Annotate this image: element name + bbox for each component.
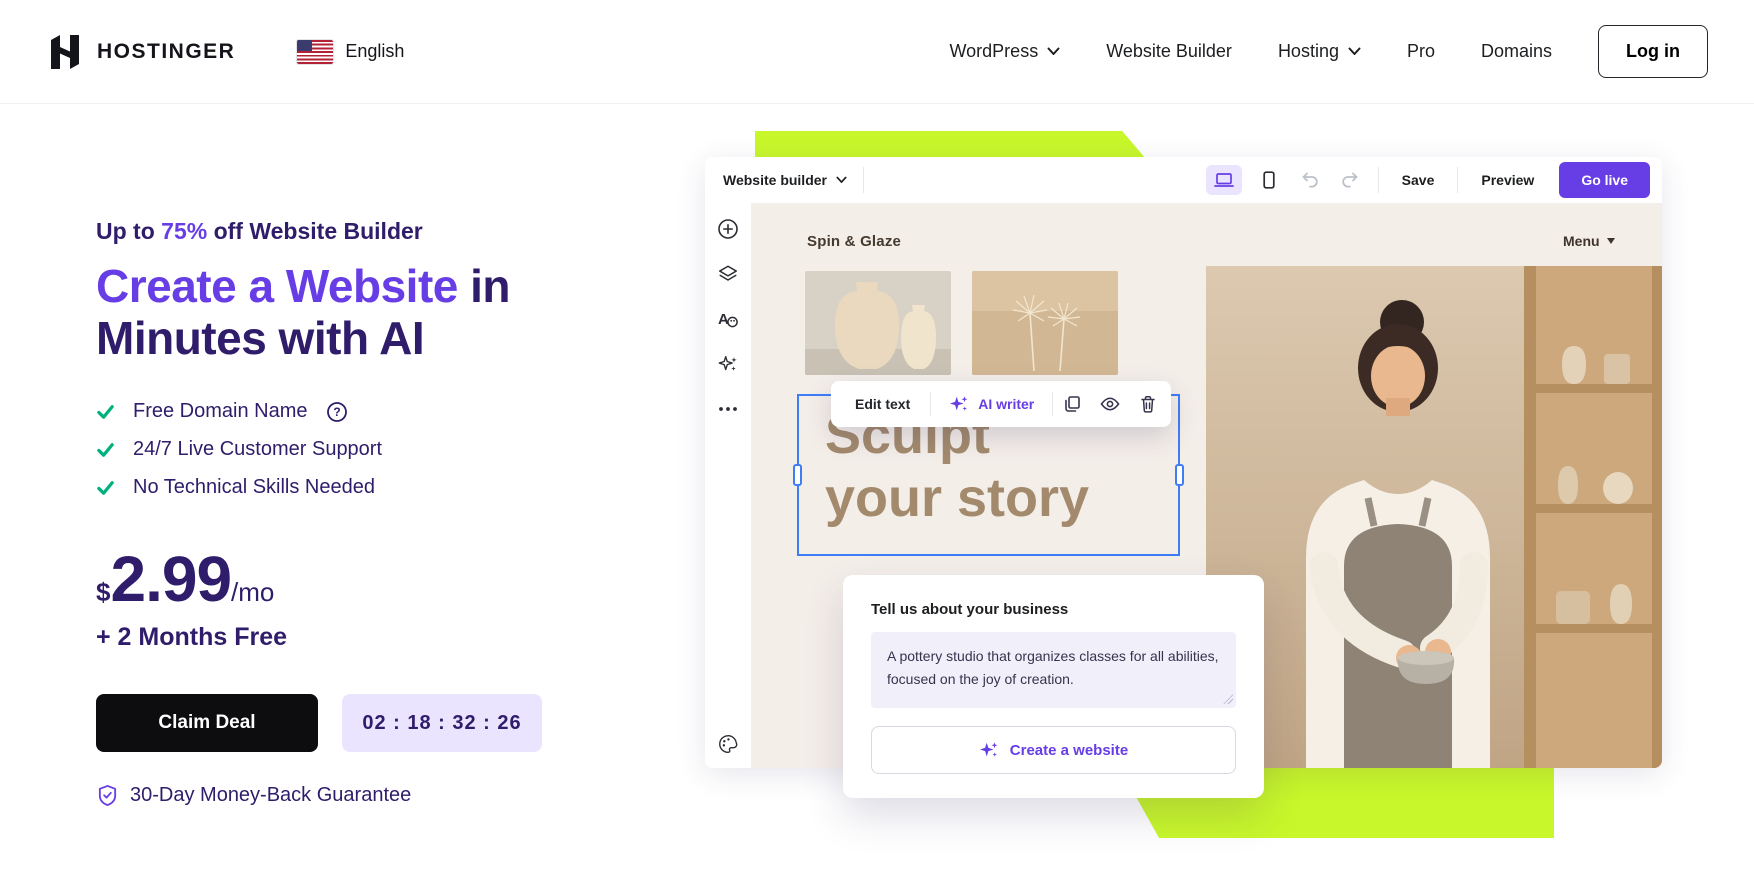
- feature-free-domain: Free Domain Name ?: [96, 400, 616, 423]
- hostinger-logo-icon: [46, 32, 84, 72]
- builder-toolbar-actions: Save Preview Go live: [1206, 162, 1650, 198]
- feature-no-skills: No Technical Skills Needed: [96, 476, 616, 499]
- discount-value: 75%: [161, 218, 207, 244]
- nav-item-website-builder[interactable]: Website Builder: [1106, 41, 1232, 62]
- delete-button[interactable]: [1129, 385, 1167, 423]
- svg-text:A: A: [718, 311, 729, 328]
- preview-button[interactable]: Preview: [1471, 172, 1544, 188]
- trash-icon: [1140, 395, 1156, 413]
- desktop-view-button[interactable]: [1206, 165, 1242, 195]
- shield-check-icon: [96, 784, 119, 807]
- builder-sidebar: A: [705, 203, 751, 768]
- claim-deal-button[interactable]: Claim Deal: [96, 694, 318, 752]
- edit-toolbar: Edit text AI writer: [831, 381, 1171, 427]
- create-website-button[interactable]: Create a website: [871, 726, 1236, 774]
- nav-item-wordpress[interactable]: WordPress: [950, 41, 1061, 62]
- chevron-down-icon: [836, 176, 847, 184]
- top-navigation-bar: HOSTINGER English WordPress Website Buil…: [0, 0, 1754, 104]
- undo-icon: [1301, 171, 1320, 189]
- hostinger-landing-page: HOSTINGER English WordPress Website Buil…: [0, 0, 1754, 888]
- resize-grip-icon[interactable]: [1223, 694, 1233, 704]
- main-nav: WordPress Website Builder Hosting Pro Do…: [950, 25, 1709, 78]
- undo-button[interactable]: [1296, 165, 1326, 195]
- resize-handle-right[interactable]: [1175, 464, 1184, 486]
- builder-toolbar: Website builder: [705, 157, 1662, 203]
- ai-writer-button[interactable]: AI writer: [931, 394, 1052, 414]
- nav-item-pro[interactable]: Pro: [1407, 41, 1435, 62]
- chevron-down-icon: [1348, 47, 1361, 56]
- business-description-input[interactable]: A pottery studio that organizes classes …: [871, 632, 1236, 708]
- site-menu[interactable]: Menu: [1563, 233, 1615, 249]
- toolbar-divider: [863, 167, 864, 193]
- typography-icon[interactable]: A: [716, 307, 740, 331]
- desktop-icon: [1214, 172, 1234, 188]
- page-title: Create a Website in Minutes with AI: [96, 261, 616, 364]
- resize-handle-left[interactable]: [793, 464, 802, 486]
- image-gallery: [805, 271, 1118, 375]
- dried-flowers-image[interactable]: [972, 271, 1118, 375]
- more-options-icon[interactable]: [716, 397, 740, 421]
- feature-support: 24/7 Live Customer Support: [96, 438, 616, 461]
- help-icon[interactable]: ?: [326, 401, 348, 423]
- bonus-offer: + 2 Months Free: [96, 623, 616, 652]
- hero-section: Up to 75% off Website Builder Create a W…: [96, 218, 616, 807]
- check-icon: [96, 440, 115, 459]
- visibility-button[interactable]: [1091, 385, 1129, 423]
- check-icon: [96, 402, 115, 421]
- site-title: Spin & Glaze: [807, 233, 901, 250]
- save-button[interactable]: Save: [1392, 172, 1445, 188]
- eye-icon: [1100, 396, 1120, 412]
- toolbar-divider: [1378, 167, 1379, 193]
- countdown-timer: 02 : 18 : 32 : 26: [342, 694, 542, 752]
- hostinger-logo[interactable]: HOSTINGER: [46, 32, 235, 72]
- nav-item-domains[interactable]: Domains: [1481, 41, 1552, 62]
- price-period: /mo: [231, 577, 274, 608]
- price-amount: 2.99: [110, 547, 231, 611]
- hero-photo: [1206, 266, 1662, 768]
- mobile-view-button[interactable]: [1251, 165, 1287, 195]
- chevron-down-icon: [1047, 47, 1060, 56]
- copy-icon: [1063, 395, 1081, 413]
- language-label: English: [345, 41, 404, 62]
- theme-palette-icon[interactable]: [716, 732, 740, 756]
- language-selector[interactable]: English: [297, 40, 404, 64]
- login-button[interactable]: Log in: [1598, 25, 1708, 78]
- layers-icon[interactable]: [716, 262, 740, 286]
- redo-button[interactable]: [1335, 165, 1365, 195]
- money-back-guarantee: 30-Day Money-Back Guarantee: [96, 784, 616, 807]
- redo-icon: [1340, 171, 1359, 189]
- ai-sparkles-icon[interactable]: [716, 352, 740, 376]
- nav-item-hosting[interactable]: Hosting: [1278, 41, 1361, 62]
- check-icon: [96, 478, 115, 497]
- business-prompt-card: Tell us about your business A pottery st…: [843, 575, 1264, 798]
- go-live-button[interactable]: Go live: [1559, 162, 1650, 198]
- cta-row: Claim Deal 02 : 18 : 32 : 26: [96, 694, 616, 752]
- sparkle-icon: [949, 394, 969, 414]
- svg-text:?: ?: [333, 405, 340, 419]
- toolbar-divider: [1457, 167, 1458, 193]
- builder-app-menu[interactable]: Website builder: [723, 172, 847, 188]
- price-currency: $: [96, 577, 110, 608]
- business-card-title: Tell us about your business: [871, 601, 1236, 618]
- promo-eyebrow: Up to 75% off Website Builder: [96, 218, 616, 245]
- sparkle-icon: [979, 740, 999, 760]
- pottery-image[interactable]: [805, 271, 951, 375]
- mobile-icon: [1263, 171, 1275, 189]
- brand-name: HOSTINGER: [97, 40, 235, 64]
- us-flag-icon: [297, 40, 333, 64]
- chevron-down-icon: [1607, 238, 1615, 244]
- price: $ 2.99 /mo: [96, 547, 616, 611]
- edit-text-button[interactable]: Edit text: [835, 396, 930, 412]
- add-element-icon[interactable]: [716, 217, 740, 241]
- duplicate-button[interactable]: [1053, 385, 1091, 423]
- feature-list: Free Domain Name ? 24/7 Live Customer Su…: [96, 400, 616, 499]
